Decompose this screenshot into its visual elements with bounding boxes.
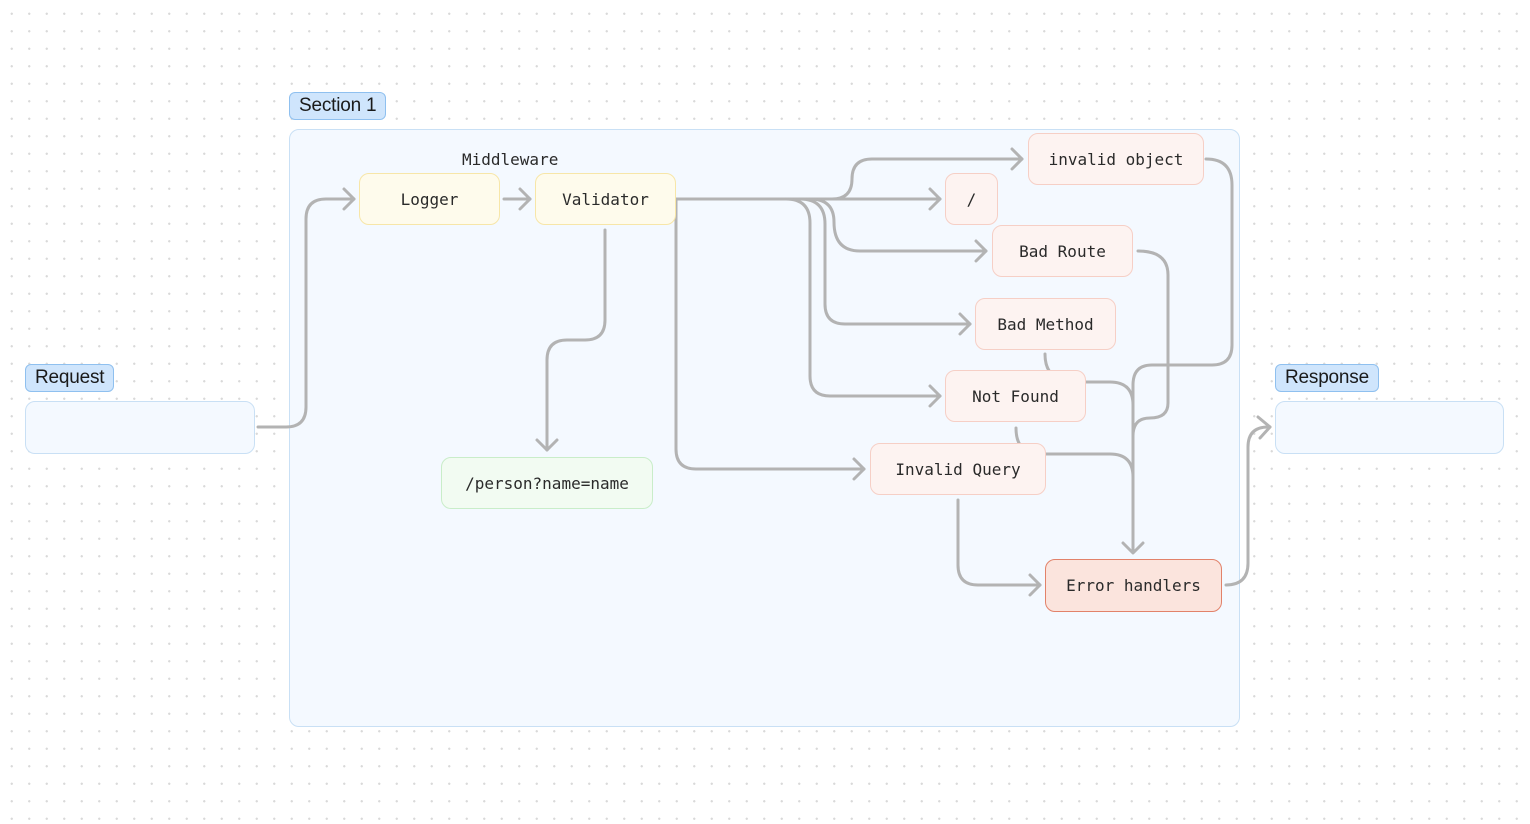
request-box[interactable] [25, 401, 255, 454]
arrowhead-response [1256, 415, 1272, 440]
bad-method-node[interactable]: Bad Method [975, 298, 1116, 350]
invalid-object-node[interactable]: invalid object [1028, 133, 1204, 185]
error-handlers-node[interactable]: Error handlers [1045, 559, 1222, 612]
response-box[interactable] [1275, 401, 1504, 454]
not-found-node[interactable]: Not Found [945, 370, 1086, 422]
validator-node[interactable]: Validator [535, 173, 676, 225]
slash-route-node[interactable]: / [945, 173, 998, 225]
middleware-group-label: Middleware [462, 150, 559, 169]
response-tag[interactable]: Response [1275, 364, 1379, 392]
invalid-query-node[interactable]: Invalid Query [870, 443, 1046, 495]
section-1-tag[interactable]: Section 1 [289, 92, 387, 120]
person-route-node[interactable]: /person?name=name [441, 457, 653, 509]
logger-node[interactable]: Logger [359, 173, 500, 225]
bad-route-node[interactable]: Bad Route [992, 225, 1133, 277]
request-tag[interactable]: Request [25, 364, 115, 392]
